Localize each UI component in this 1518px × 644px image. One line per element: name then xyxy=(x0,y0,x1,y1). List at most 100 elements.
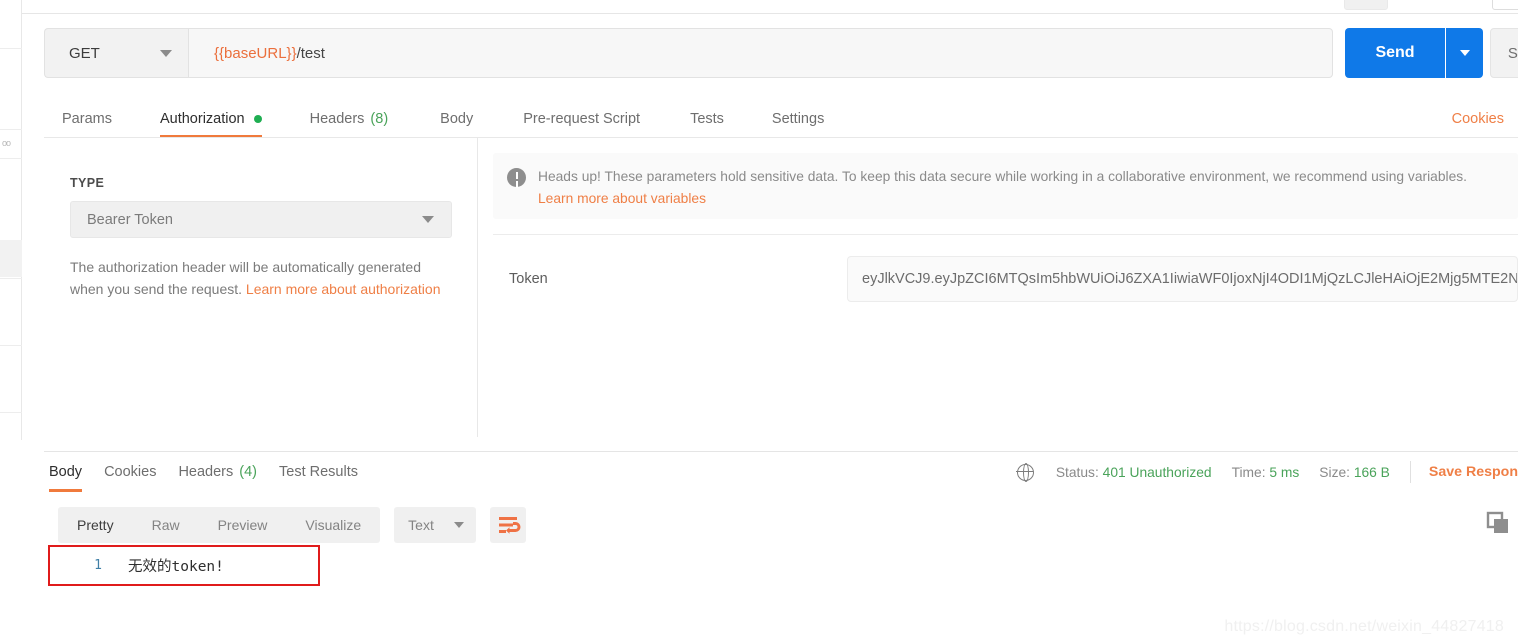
globe-icon xyxy=(1016,463,1034,483)
request-tab-label: Pre-request Script xyxy=(523,110,641,127)
url-variable: {{baseURL}} xyxy=(214,44,297,62)
token-label: Token xyxy=(509,271,548,287)
status-value: 401 Unauthorized xyxy=(1102,464,1212,480)
format-button-group: Pretty Raw Preview Visualize xyxy=(58,507,381,543)
response-tab-test-results[interactable]: Test Results xyxy=(279,452,358,492)
response-tab-label: Body xyxy=(49,464,83,480)
send-options-button[interactable] xyxy=(1446,28,1483,78)
clipped-button xyxy=(1492,0,1518,10)
url-bar-row: GET {{baseURL}}/test Send Save xyxy=(22,28,1518,78)
save-button[interactable]: Save xyxy=(1490,28,1518,78)
line-number: 1 xyxy=(94,558,102,573)
response-tab-label: Headers xyxy=(178,464,234,480)
clipped-icon xyxy=(1285,0,1301,10)
request-response-pane: GET {{baseURL}}/test Send Save Params Aut… xyxy=(22,14,1518,644)
format-button-preview[interactable]: Preview xyxy=(199,507,287,543)
sensitive-data-notice: Heads up! These parameters hold sensitiv… xyxy=(493,153,1518,219)
auth-type-value: Bearer Token xyxy=(87,211,173,228)
response-status-bar: Status: 401 Unauthorized Time: 5 ms Size… xyxy=(1016,452,1518,492)
clipped-button xyxy=(1344,0,1388,10)
rail-divider xyxy=(0,158,22,159)
request-tab-pre-request-script[interactable]: Pre-request Script xyxy=(523,99,640,138)
format-button-pretty[interactable]: Pretty xyxy=(58,507,133,543)
response-tab-headers[interactable]: Headers (4) xyxy=(178,452,257,492)
status-prefix: Status: xyxy=(1055,464,1099,480)
type-label: TYPE xyxy=(70,176,105,190)
request-tab-settings[interactable]: Settings xyxy=(772,99,824,138)
rail-divider xyxy=(0,345,22,346)
response-body-viewer[interactable]: 1 无效的token! xyxy=(48,545,320,586)
url-text: {{baseURL}}/test xyxy=(214,45,325,62)
rail-overflow-dots: oo xyxy=(2,138,11,148)
request-tab-label: Headers xyxy=(309,110,365,127)
response-tab-cookies[interactable]: Cookies xyxy=(104,452,156,492)
watermark: https://blog.csdn.net/weixin_44827418 xyxy=(1224,618,1504,635)
rail-active-item[interactable] xyxy=(0,240,22,277)
request-tab-tests[interactable]: Tests xyxy=(690,99,724,138)
time-prefix: Time: xyxy=(1231,464,1266,480)
request-tab-label: Settings xyxy=(771,110,825,127)
request-tab-label: Tests xyxy=(690,110,724,127)
notice-text: Heads up! These parameters hold sensitiv… xyxy=(538,166,1506,219)
request-tab-count: (8) xyxy=(370,110,389,127)
time-group: Time: 5 ms xyxy=(1232,465,1300,480)
word-wrap-toggle[interactable] xyxy=(490,507,527,543)
copy-response-button[interactable] xyxy=(1484,509,1512,537)
response-language-select[interactable]: Text xyxy=(394,507,477,543)
status-separator xyxy=(1409,461,1411,483)
rail-divider xyxy=(0,129,22,130)
format-button-visualize[interactable]: Visualize xyxy=(286,507,380,543)
chevron-down-icon xyxy=(160,49,172,57)
response-language-value: Text xyxy=(408,517,434,533)
active-tab-underline xyxy=(49,489,83,492)
request-tabs: Params Authorization Headers (8) Body Pre-req… xyxy=(44,99,1518,138)
format-button-raw[interactable]: Raw xyxy=(133,507,199,543)
response-tab-label: Cookies xyxy=(104,464,157,480)
rail-divider xyxy=(0,412,22,413)
response-body-text: 无效的token! xyxy=(128,559,224,575)
time-value: 5 ms xyxy=(1269,464,1300,480)
unsaved-indicator-dot xyxy=(253,114,262,123)
request-tab-headers[interactable]: Headers (8) xyxy=(310,99,389,138)
copy-icon xyxy=(1486,511,1508,533)
url-input[interactable]: {{baseURL}}/test xyxy=(188,28,1333,78)
notice-link[interactable]: Learn more about variables xyxy=(538,191,706,206)
chevron-down-icon xyxy=(1459,50,1470,56)
authorization-type-panel: TYPE Bearer Token The authorization head… xyxy=(44,138,478,437)
size-group: Size: 166 B xyxy=(1319,465,1390,480)
token-value: eyJlkVCJ9.eyJpZCI6MTQsIm5hbWUiOiJ6ZXA1Ii… xyxy=(862,271,1518,287)
token-input[interactable]: eyJlkVCJ9.eyJpZCI6MTQsIm5hbWUiOiJ6ZXA1Ii… xyxy=(847,256,1518,302)
http-method-selector[interactable]: GET xyxy=(44,28,188,78)
size-prefix: Size: xyxy=(1319,464,1350,480)
chevron-down-icon xyxy=(422,216,434,223)
rail-divider xyxy=(0,48,22,49)
authorization-detail-panel: Heads up! These parameters hold sensitiv… xyxy=(479,138,1518,437)
auth-help-link[interactable]: Learn more about authorization xyxy=(246,281,441,297)
chevron-down-icon xyxy=(454,522,465,528)
left-sidebar-rail[interactable]: oo xyxy=(0,0,22,440)
save-response-button[interactable]: Save Respon xyxy=(1429,464,1518,480)
request-tab-body[interactable]: Body xyxy=(440,99,473,138)
request-tab-label: Authorization xyxy=(159,110,245,127)
http-method-label: GET xyxy=(69,44,100,62)
auth-type-select[interactable]: Bearer Token xyxy=(70,201,452,238)
send-button[interactable]: Send xyxy=(1345,28,1445,78)
cookies-link[interactable]: Cookies xyxy=(1452,99,1504,138)
request-tab-label: Params xyxy=(62,110,112,127)
exclamation-circle-icon xyxy=(507,168,526,187)
status-group: Status: 401 Unauthorized xyxy=(1056,465,1212,480)
notice-divider xyxy=(493,234,1518,235)
request-tab-params[interactable]: Params xyxy=(62,99,112,138)
url-path: /test xyxy=(296,44,325,62)
response-tab-count: (4) xyxy=(239,464,257,480)
notice-sentence: Heads up! These parameters hold sensitiv… xyxy=(538,169,1467,184)
top-clipped-strip xyxy=(22,0,1518,14)
request-tab-authorization[interactable]: Authorization xyxy=(159,99,262,138)
word-wrap-icon xyxy=(499,517,521,534)
response-tab-body[interactable]: Body xyxy=(49,452,83,492)
size-value: 166 B xyxy=(1353,464,1390,480)
response-tabs: Body Cookies Headers (4) Test Results xyxy=(44,452,358,492)
response-tab-label: Test Results xyxy=(279,464,358,480)
auth-help-text: The authorization header will be automat… xyxy=(70,256,442,300)
response-format-toolbar: Pretty Raw Preview Visualize Text xyxy=(58,507,527,543)
